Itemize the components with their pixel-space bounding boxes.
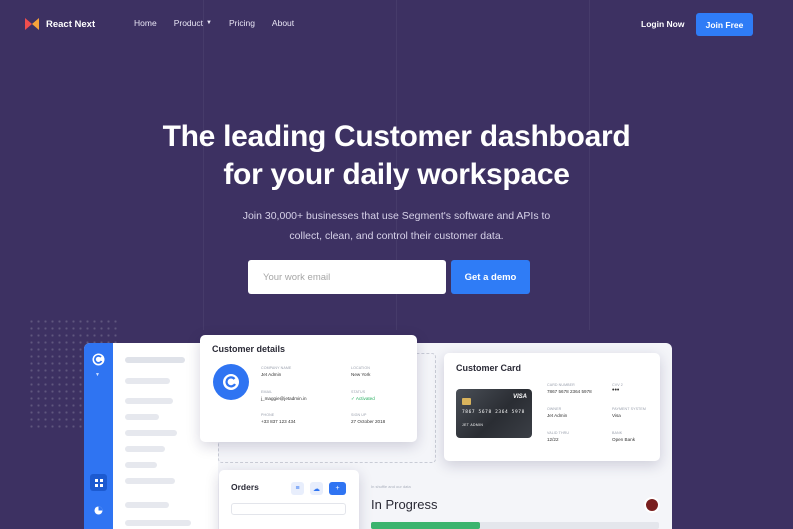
progress-fill [371, 522, 480, 529]
signup-field: SIGN UP 27 October 2018 [351, 413, 385, 424]
chevron-down-icon: ▼ [95, 372, 100, 378]
nav-links: Home Product ▼ Pricing About [134, 18, 294, 28]
cloud-icon[interactable]: ☁ [310, 482, 323, 495]
email-value: j_maggie@jetadmin.in [261, 396, 307, 401]
skeleton-line [125, 502, 169, 508]
visa-logo: VISA [512, 394, 527, 400]
payment-value: Visa [612, 413, 621, 418]
bank-label: BANK [612, 431, 623, 435]
skeleton-line [125, 446, 165, 452]
add-order-button[interactable]: + [329, 482, 346, 495]
skeleton-line [125, 398, 173, 404]
card-number-value: 7867 5678 2364 5978 [547, 389, 592, 394]
skeleton-line [125, 414, 159, 420]
email-input[interactable] [248, 260, 446, 294]
nav-link-home[interactable]: Home [134, 18, 157, 28]
owner-value: Jet Admin [547, 413, 568, 418]
orders-card: Orders ≡ ☁ + [219, 470, 359, 529]
brand-logo-icon [25, 18, 39, 30]
orders-search-input[interactable] [231, 503, 346, 515]
dashboard-grid-icon[interactable] [90, 474, 107, 491]
signup-label: SIGN UP [351, 413, 367, 417]
chevron-down-icon: ▼ [205, 20, 212, 26]
card-number-field: CARD NUMBER 7867 5678 2364 5978 [547, 383, 592, 394]
bank-value: Open Bank [612, 437, 635, 442]
nav-link-product-label: Product [173, 18, 203, 28]
status-field: STATUS ✓ Activated [351, 390, 375, 402]
skeleton-line [125, 478, 175, 484]
nav-link-pricing[interactable]: Pricing [229, 18, 255, 28]
breadcrumb: In shuffle and our data [371, 484, 411, 489]
customer-details-title: Customer details [212, 344, 286, 354]
company-logo-icon [223, 374, 239, 390]
hero-subtitle-line: Join 30,000+ businesses that use Segment… [242, 210, 551, 222]
card-number-print: 7867 5678 2364 5978 [462, 410, 525, 415]
status-label: STATUS [351, 390, 366, 394]
card-chip-icon [462, 398, 471, 405]
hero-title-line: The leading Customer dashboard [162, 120, 631, 153]
orders-title: Orders [231, 482, 259, 492]
skeleton-line [125, 462, 157, 468]
phone-value: +33 837 123 434 [261, 419, 296, 424]
hero-title-line: for your daily workspace [223, 158, 570, 191]
cvv-value: ••• [612, 387, 620, 394]
email-label: EMAIL [261, 390, 273, 394]
status-badge: ✓ Activated [351, 396, 375, 401]
cvv-field: CVV 2 ••• [612, 383, 623, 394]
customer-card-panel: Customer Card VISA 7867 5678 2364 5978 J… [444, 353, 660, 461]
card-holder-print: JET ADMIN [462, 423, 484, 427]
location-label: LOCATION [351, 366, 370, 370]
skeleton-line [125, 357, 185, 363]
card-number-label: CARD NUMBER [547, 383, 575, 387]
owner-label: OWNER [547, 407, 562, 411]
dashboard-rail: ▼ [84, 343, 113, 529]
nav-link-product[interactable]: Product ▼ [174, 18, 212, 28]
valid-label: VALID THRU [547, 431, 570, 435]
company-field: COMPANY NAME Jet Admin [261, 366, 291, 377]
avatar[interactable] [644, 497, 660, 513]
filter-icon[interactable]: ≡ [291, 482, 304, 495]
valid-value: 12/22 [547, 437, 559, 442]
company-value: Jet Admin [261, 372, 282, 377]
signup-value: 27 October 2018 [351, 419, 386, 424]
chart-pie-icon[interactable] [90, 502, 107, 519]
join-free-button[interactable]: Join Free [696, 13, 753, 36]
location-value: New York [351, 372, 371, 377]
hero-subtitle: Join 30,000+ businesses that use Segment… [0, 206, 793, 246]
get-demo-button[interactable]: Get a demo [451, 260, 530, 294]
skeleton-line [125, 430, 177, 436]
email-info-field: EMAIL j_maggie@jetadmin.in [261, 390, 307, 401]
customer-card-title: Customer Card [456, 363, 522, 373]
progress-title: In Progress [371, 497, 438, 512]
brand-name: React Next [46, 18, 96, 30]
phone-label: PHONE [261, 413, 275, 417]
payment-field: PAYMENT SYSTEM Visa [612, 407, 646, 418]
valid-field: VALID THRU 12/22 [547, 431, 569, 442]
app-logo-icon [92, 353, 105, 366]
hero-title: The leading Customer dashboard for your … [0, 118, 793, 194]
owner-field: OWNER Jet Admin [547, 407, 567, 418]
company-label: COMPANY NAME [261, 366, 292, 370]
bank-field: BANK Open Bank [612, 431, 635, 442]
credit-card-image: VISA 7867 5678 2364 5978 JET ADMIN [456, 389, 532, 438]
top-nav: React Next Home Product ▼ Pricing About … [0, 0, 793, 48]
location-field: LOCATION New York [351, 366, 370, 377]
skeleton-line [125, 378, 170, 384]
hero-subtitle-line: collect, clean, and control their custom… [289, 230, 504, 242]
customer-avatar [213, 364, 249, 400]
brand[interactable]: React Next [24, 16, 95, 32]
login-link[interactable]: Login Now [641, 19, 684, 29]
skeleton-line [125, 520, 191, 526]
customer-details-card: Customer details COMPANY NAME Jet Admin … [200, 335, 417, 442]
payment-label: PAYMENT SYSTEM [612, 407, 646, 411]
phone-field: PHONE +33 837 123 434 [261, 413, 296, 424]
nav-link-about[interactable]: About [272, 18, 294, 28]
